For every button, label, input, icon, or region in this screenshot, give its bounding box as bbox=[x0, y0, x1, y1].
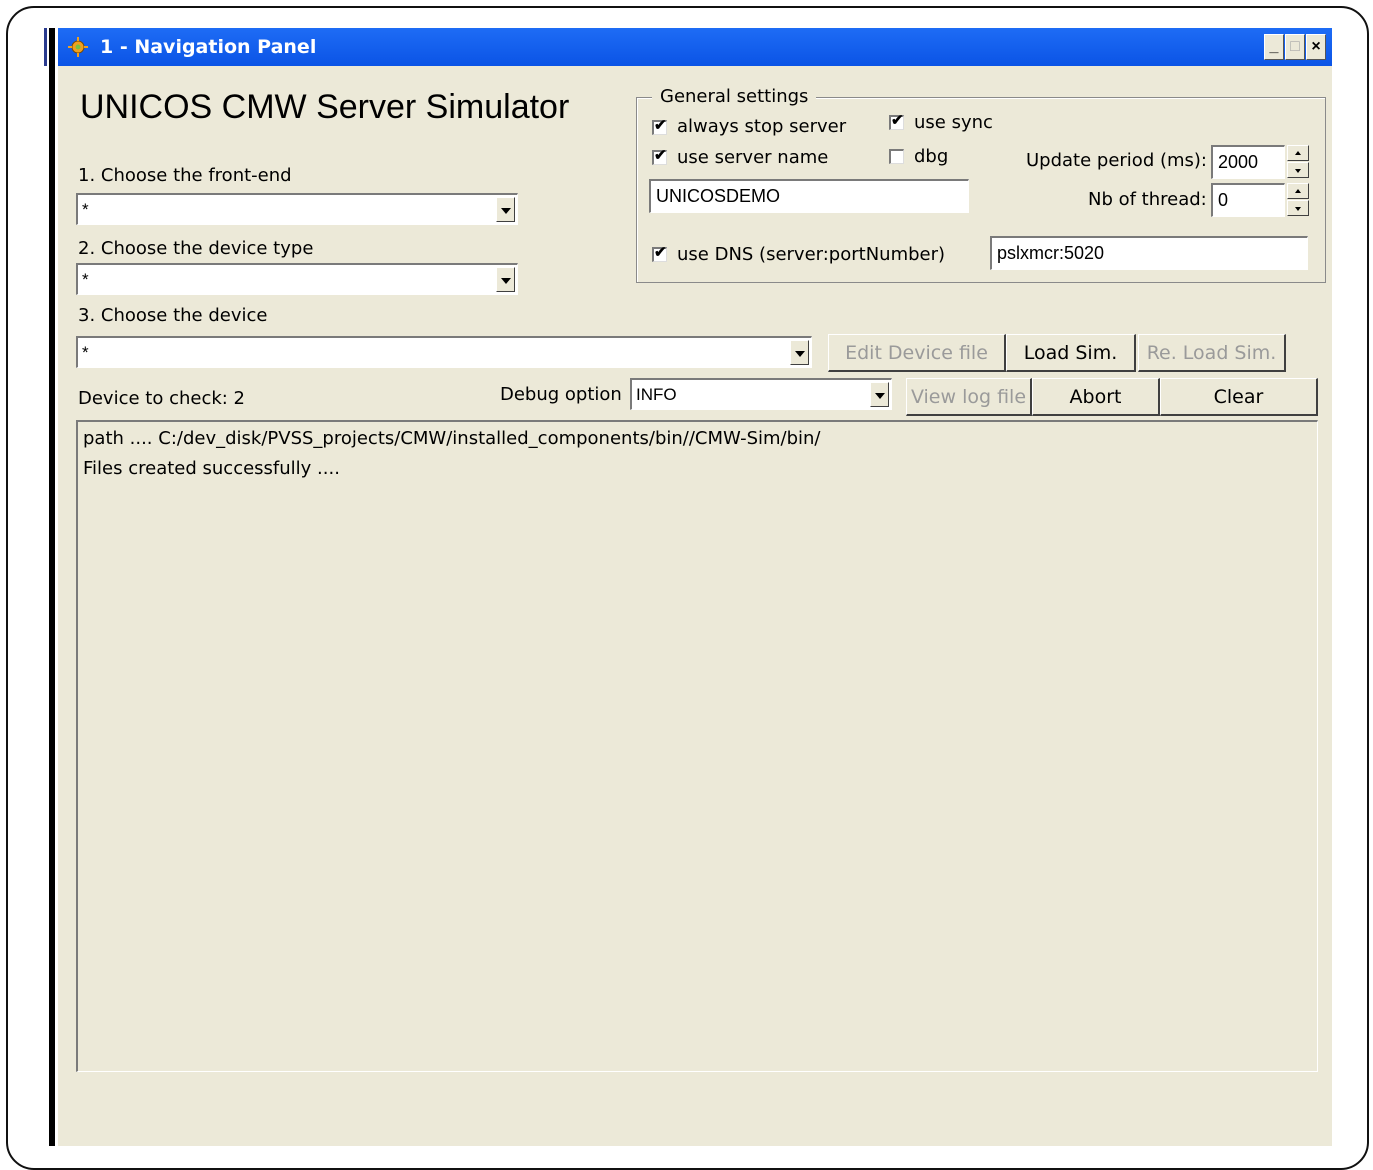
load-sim-button[interactable]: Load Sim. bbox=[1006, 334, 1136, 372]
app-title: UNICOS CMW Server Simulator bbox=[80, 88, 570, 126]
spin-down-icon[interactable] bbox=[1287, 200, 1309, 216]
device-type-combo[interactable]: * bbox=[76, 263, 518, 295]
left-edge-accent bbox=[44, 28, 47, 66]
check-icon: ✔ bbox=[654, 117, 667, 134]
maximize-button[interactable]: □ bbox=[1285, 34, 1305, 60]
device-type-label: 2. Choose the device type bbox=[78, 238, 314, 259]
server-name-value: UNICOSDEMO bbox=[656, 186, 781, 206]
device-to-check: Device to check: 2 bbox=[78, 388, 246, 409]
left-edge-bar bbox=[49, 28, 55, 1146]
check-icon: ✔ bbox=[654, 147, 667, 164]
update-period-value: 2000 bbox=[1218, 152, 1259, 172]
device-combo[interactable]: * bbox=[76, 336, 812, 368]
debug-option-label: Debug option bbox=[500, 384, 622, 405]
abort-button[interactable]: Abort bbox=[1032, 378, 1160, 416]
update-period-field[interactable]: 2000 bbox=[1211, 145, 1285, 179]
dns-value: pslxmcr:5020 bbox=[997, 243, 1105, 263]
dns-field[interactable]: pslxmcr:5020 bbox=[990, 236, 1308, 270]
device-label: 3. Choose the device bbox=[78, 305, 268, 326]
close-button[interactable]: × bbox=[1306, 34, 1326, 60]
device-type-value: * bbox=[82, 270, 89, 289]
use-sync-checkbox[interactable]: ✔ bbox=[889, 112, 904, 130]
nb-thread-field[interactable]: 0 bbox=[1211, 183, 1285, 217]
nb-thread-value: 0 bbox=[1218, 190, 1229, 210]
log-output[interactable]: path .... C:/dev_disk/PVSS_projects/CMW/… bbox=[76, 420, 1318, 1072]
server-name-field[interactable]: UNICOSDEMO bbox=[649, 179, 969, 213]
window-title: 1 - Navigation Panel bbox=[100, 36, 317, 58]
general-settings-legend: General settings bbox=[652, 86, 817, 107]
spin-down-icon[interactable] bbox=[1287, 162, 1309, 178]
nb-thread-label: Nb of thread: bbox=[1088, 189, 1207, 210]
navigation-panel-window: 1 - Navigation Panel _ □ × UNICOS CMW Se… bbox=[58, 28, 1332, 1146]
edit-device-file-button[interactable]: Edit Device file bbox=[828, 334, 1006, 372]
always-stop-server-checkbox[interactable]: ✔ bbox=[652, 117, 667, 135]
debug-option-value: INFO bbox=[636, 385, 677, 404]
gear-icon bbox=[68, 37, 88, 57]
view-log-file-button[interactable]: View log file bbox=[906, 378, 1032, 416]
clear-button[interactable]: Clear bbox=[1160, 378, 1318, 416]
use-server-name-checkbox[interactable]: ✔ bbox=[652, 147, 667, 165]
log-line: path .... C:/dev_disk/PVSS_projects/CMW/… bbox=[83, 428, 821, 449]
log-line: Files created successfully .... bbox=[83, 458, 340, 479]
check-icon: ✔ bbox=[654, 244, 667, 261]
front-end-combo[interactable]: * bbox=[76, 193, 518, 225]
check-icon: ✔ bbox=[891, 112, 904, 129]
device-value: * bbox=[82, 343, 89, 362]
spin-up-icon[interactable] bbox=[1287, 145, 1309, 161]
chevron-down-icon[interactable] bbox=[496, 197, 515, 222]
always-stop-server-label: always stop server bbox=[677, 116, 847, 137]
title-bar[interactable]: 1 - Navigation Panel _ □ × bbox=[58, 28, 1332, 66]
front-end-value: * bbox=[82, 200, 89, 219]
front-end-label: 1. Choose the front-end bbox=[78, 165, 292, 186]
dbg-label: dbg bbox=[914, 146, 949, 167]
chevron-down-icon[interactable] bbox=[790, 340, 809, 365]
use-dns-label: use DNS (server:portNumber) bbox=[677, 244, 946, 265]
debug-option-combo[interactable]: INFO bbox=[630, 378, 892, 410]
chevron-down-icon[interactable] bbox=[870, 382, 889, 407]
chevron-down-icon[interactable] bbox=[496, 267, 515, 292]
use-dns-checkbox[interactable]: ✔ bbox=[652, 244, 667, 262]
use-sync-label: use sync bbox=[914, 112, 993, 133]
nb-thread-spinner[interactable] bbox=[1287, 183, 1309, 217]
spin-up-icon[interactable] bbox=[1287, 183, 1309, 199]
dbg-checkbox[interactable] bbox=[889, 149, 904, 164]
use-server-name-label: use server name bbox=[677, 147, 829, 168]
update-period-spinner[interactable] bbox=[1287, 145, 1309, 179]
reload-sim-button[interactable]: Re. Load Sim. bbox=[1138, 334, 1286, 372]
update-period-label: Update period (ms): bbox=[1026, 150, 1207, 171]
minimize-button[interactable]: _ bbox=[1264, 34, 1284, 60]
